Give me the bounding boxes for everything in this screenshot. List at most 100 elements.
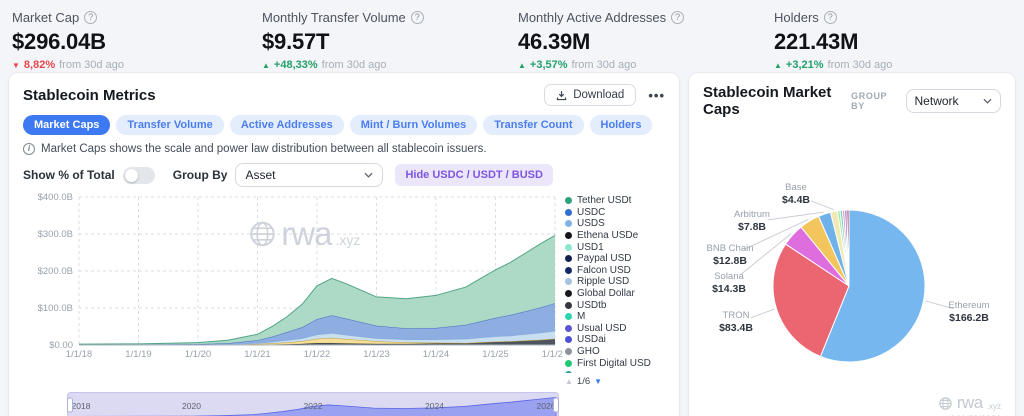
tab-mint-burn-volumes[interactable]: Mint / Burn Volumes <box>349 115 478 135</box>
legend-page-up-icon[interactable]: ▲ <box>565 377 573 386</box>
area-chart-svg[interactable]: $400.0B$300.0B$200.0B$100.0B$0.001/1/18 1… <box>23 191 563 363</box>
legend-item-usdc[interactable]: USDC <box>565 207 665 219</box>
svg-text:1/1/25: 1/1/25 <box>482 349 508 360</box>
legend-item-usual-usd[interactable]: Usual USD <box>565 323 665 335</box>
tab-market-caps[interactable]: Market Caps <box>23 115 111 135</box>
caps-panel-header: Stablecoin Market Caps GROUP BY Network <box>703 84 1001 118</box>
svg-text:$14.3B: $14.3B <box>712 283 746 295</box>
metric-tabs: Market Caps Transfer Volume Active Address… <box>23 115 665 135</box>
network-select[interactable]: Network <box>905 89 1001 113</box>
legend-item-usdai[interactable]: USDai <box>565 334 665 346</box>
toggle-knob <box>124 168 138 182</box>
legend-page-down-icon[interactable]: ▼ <box>594 377 602 386</box>
down-triangle-icon: ▼ <box>12 60 20 70</box>
market-caps-panel: Stablecoin Market Caps GROUP BY Network … <box>688 72 1016 416</box>
show-percent-toggle[interactable] <box>122 166 155 184</box>
pie-chart-svg[interactable]: Ethereum$166.2B TRON$83.4B Solana$14.3B BNB… <box>703 120 1003 378</box>
svg-text:2022: 2022 <box>304 401 323 411</box>
legend-dot <box>565 336 572 344</box>
info-row: i Market Caps shows the scale and power … <box>23 143 665 155</box>
tab-transfer-volume[interactable]: Transfer Volume <box>116 115 224 135</box>
svg-text:$83.4B: $83.4B <box>719 322 753 334</box>
stats-row: Market Cap? $296.04B ▼ 8,82% from 30d ago Mon… <box>0 0 1024 72</box>
cards-row: Stablecoin Metrics Download ••• Market C… <box>0 72 1024 416</box>
group-by-caption: GROUP BY <box>851 91 887 111</box>
caps-panel-footer: rwa .xyz as of 01/29/2026 <box>934 393 1001 416</box>
legend-dot <box>565 197 572 205</box>
stat-delta-period: from 30d ago <box>321 59 387 71</box>
chart-controls: Show % of Total Group By Asset Hide USDC… <box>23 163 665 187</box>
svg-text:Ethereum: Ethereum <box>948 300 989 311</box>
help-icon[interactable]: ? <box>84 11 98 24</box>
legend-item-item[interactable] <box>565 369 665 373</box>
download-button[interactable]: Download <box>544 84 637 106</box>
stat-label: Market Cap <box>12 10 80 25</box>
stat-market-cap: Market Cap? $296.04B ▼ 8,82% from 30d ago <box>12 10 262 72</box>
legend-item-first-digital-usd[interactable]: First Digital USD <box>565 357 665 369</box>
legend-dot <box>565 313 572 321</box>
stat-delta-value: +48,33% <box>273 59 318 71</box>
stat-value: 46.39M <box>518 29 591 54</box>
stablecoin-metrics-panel: Stablecoin Metrics Download ••• Market C… <box>8 72 680 416</box>
svg-text:Solana: Solana <box>714 271 744 282</box>
show-percent-label: Show % of Total <box>23 168 115 182</box>
legend-item-m[interactable]: M <box>565 311 665 323</box>
svg-text:2020: 2020 <box>182 401 201 411</box>
download-label: Download <box>573 89 625 101</box>
help-icon[interactable]: ? <box>823 11 837 24</box>
network-select-value: Network <box>914 94 959 108</box>
legend-item-ethena-usde[interactable]: Ethena USDe <box>565 230 665 242</box>
stat-value: 221.43M <box>774 29 859 54</box>
legend-dot <box>565 301 572 309</box>
legend-label: M <box>577 311 586 323</box>
stablecoin-dashboard: Market Cap? $296.04B ▼ 8,82% from 30d ago Mon… <box>0 0 1024 416</box>
legend-item-gho[interactable]: GHO <box>565 346 665 358</box>
timeline-brush-svg[interactable]: 2018 2020 2022 2024 2026 <box>67 391 559 416</box>
svg-text:$4.4B: $4.4B <box>782 194 810 206</box>
legend-item-global-dollar[interactable]: Global Dollar <box>565 288 665 300</box>
hide-stablecoins-button[interactable]: Hide USDC / USDT / BUSD <box>395 164 553 186</box>
legend-item-falcon-usd[interactable]: Falcon USD <box>565 265 665 277</box>
legend-dot <box>565 278 572 286</box>
help-icon[interactable]: ? <box>671 11 685 24</box>
svg-text:Base: Base <box>785 182 807 193</box>
legend-label: Ethena USDe <box>577 230 639 242</box>
legend-item-paypal-usd[interactable]: Paypal USD <box>565 253 665 265</box>
help-icon[interactable]: ? <box>410 11 424 24</box>
svg-text:$400.0B: $400.0B <box>38 192 73 203</box>
svg-text:1/1/20: 1/1/20 <box>185 349 211 360</box>
legend-item-ripple-usd[interactable]: Ripple USD <box>565 276 665 288</box>
chart-row: $400.0B $300.0B $200.0B $100.0B $0.00 1/1/18 1… <box>23 191 665 387</box>
group-by-value: Asset <box>245 168 276 182</box>
legend-item-usdtb[interactable]: USDtb <box>565 299 665 311</box>
stat-monthly-transfer-volume: Monthly Transfer Volume? $9.57T ▲ +48,33% fr… <box>262 10 518 72</box>
legend-label: Tether USDt <box>577 195 632 207</box>
chart-legend: Tether USDt USDC USDS Ethena USDe USD1 Paypal… <box>563 191 665 387</box>
legend-dot <box>565 371 572 373</box>
legend-label: USDC <box>577 206 606 218</box>
more-menu-button[interactable]: ••• <box>648 88 665 103</box>
svg-text:1/1/24: 1/1/24 <box>423 349 449 360</box>
group-by-label: Group By <box>172 168 228 182</box>
chevron-down-icon <box>983 98 992 104</box>
legend-label: USDtb <box>577 299 607 311</box>
stat-monthly-active-addresses: Monthly Active Addresses? 46.39M ▲ +3,57% fr… <box>518 10 774 72</box>
legend-dot <box>565 243 572 251</box>
legend-list: Tether USDt USDC USDS Ethena USDe USD1 Paypal… <box>565 195 665 373</box>
panel-title: Stablecoin Metrics <box>23 86 156 104</box>
legend-item-usd1[interactable]: USD1 <box>565 241 665 253</box>
tab-holders[interactable]: Holders <box>589 115 653 135</box>
group-by-select[interactable]: Asset <box>235 163 384 187</box>
stat-delta-value: +3,57% <box>529 59 568 71</box>
tab-transfer-count[interactable]: Transfer Count <box>483 115 584 135</box>
legend-item-usds[interactable]: USDS <box>565 218 665 230</box>
up-triangle-icon: ▲ <box>518 60 526 70</box>
download-icon <box>557 90 567 100</box>
tab-active-addresses[interactable]: Active Addresses <box>229 115 344 135</box>
stat-label: Holders <box>774 10 819 25</box>
legend-dot <box>565 220 572 228</box>
legend-dot <box>565 324 572 332</box>
legend-label: Usual USD <box>577 322 627 334</box>
legend-dot <box>565 266 572 274</box>
legend-item-tether-usdt[interactable]: Tether USDt <box>565 195 665 207</box>
